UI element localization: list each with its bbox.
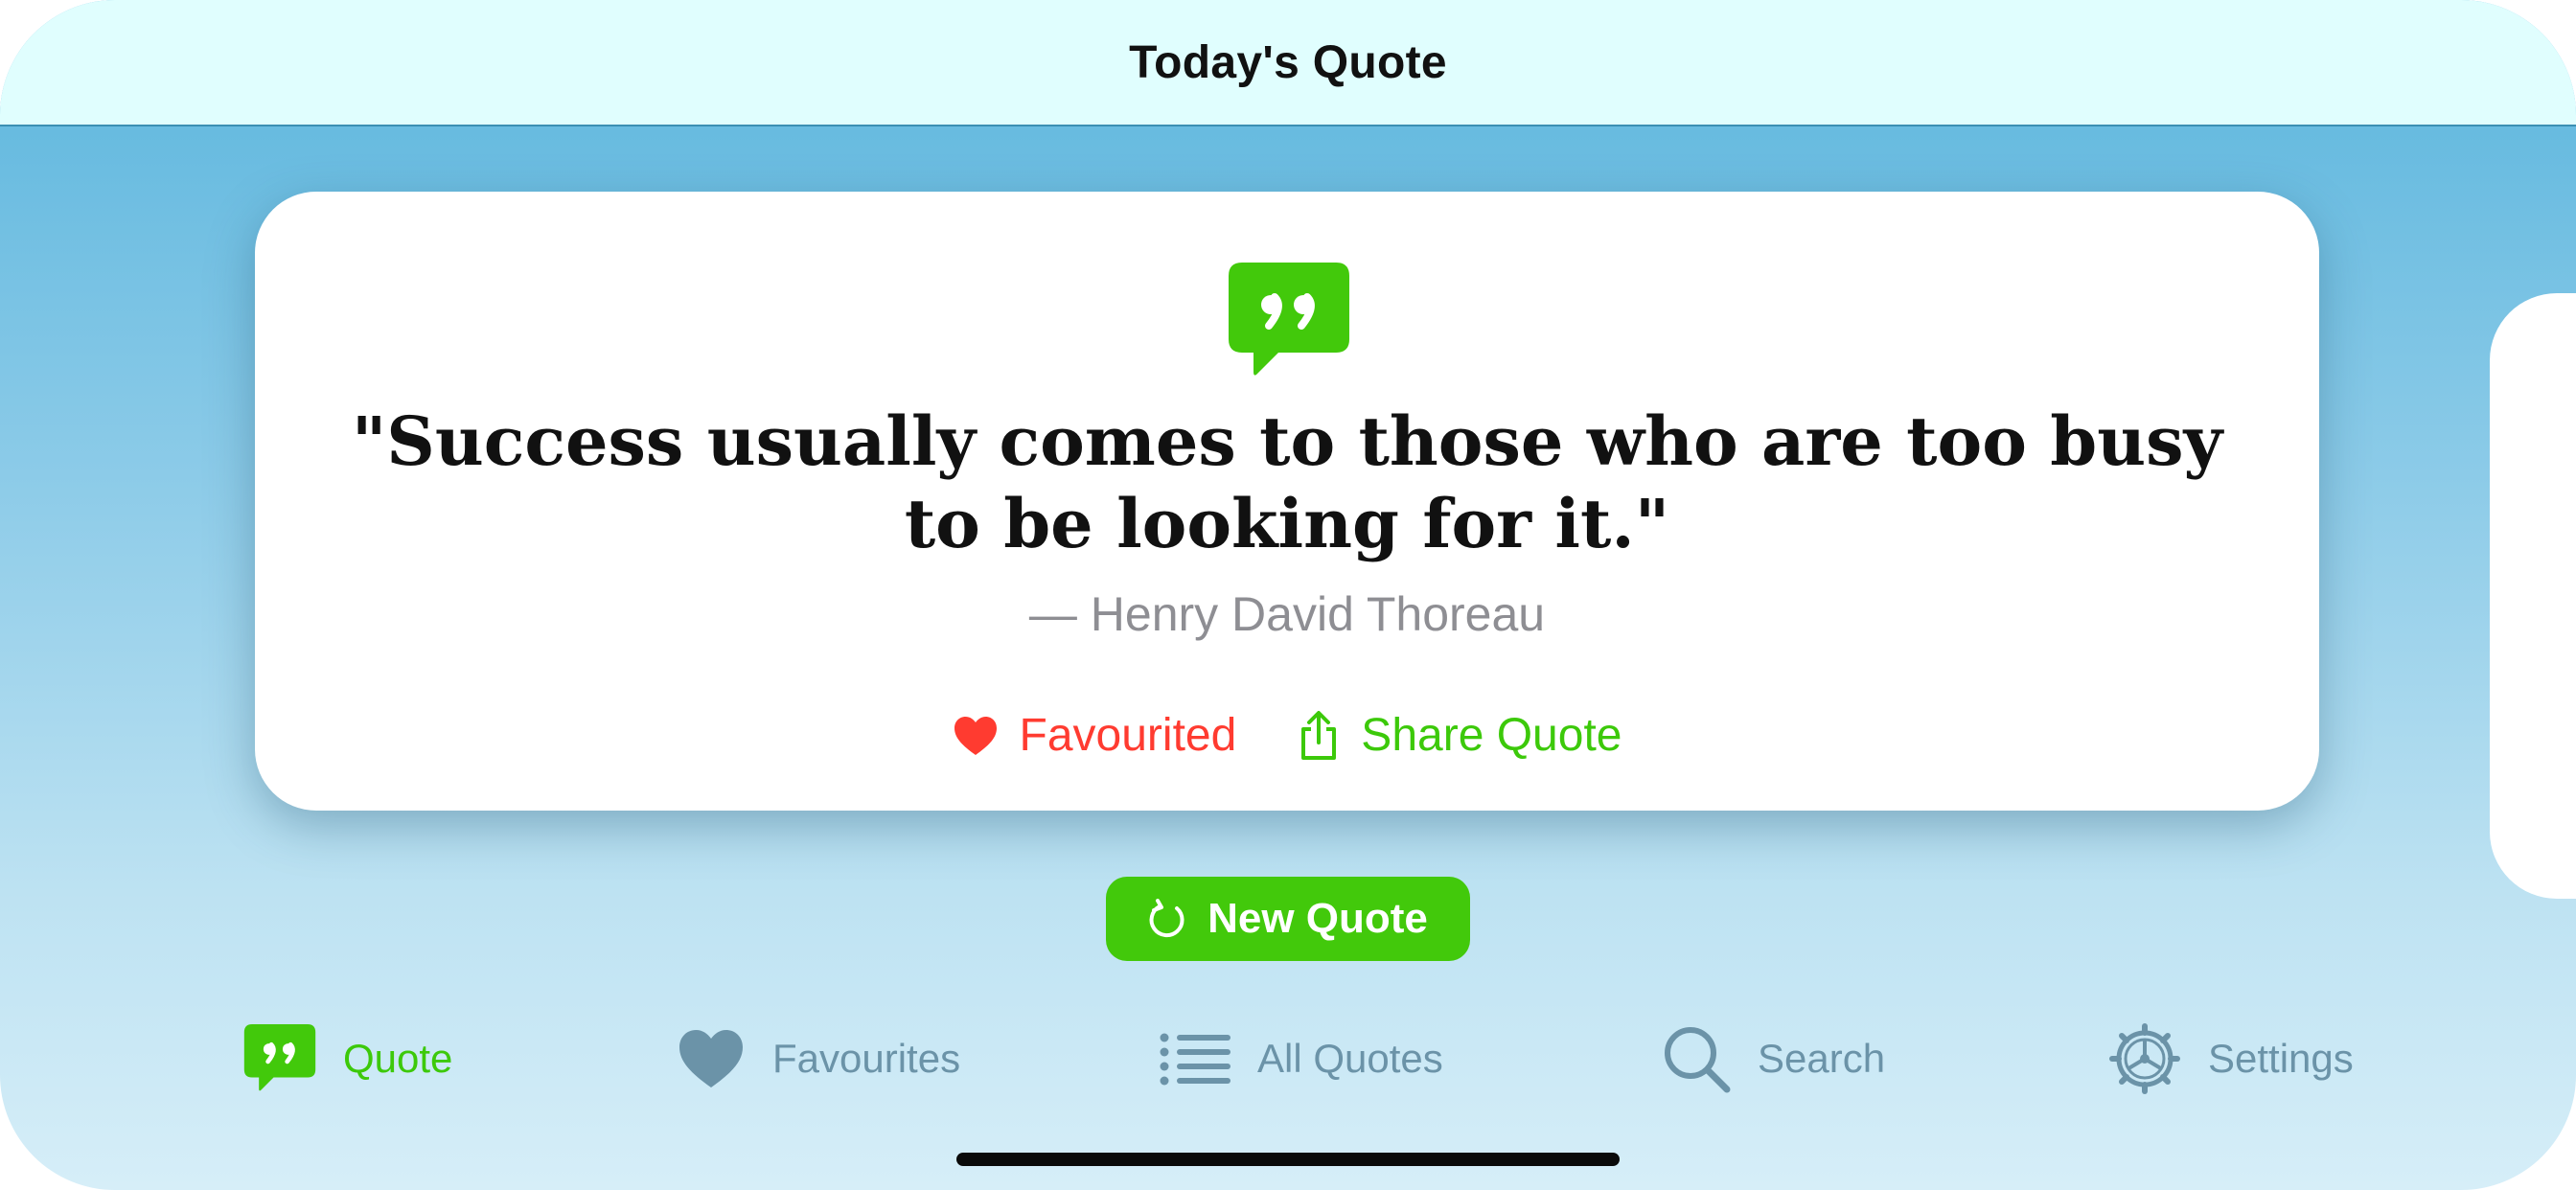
share-icon xyxy=(1301,710,1337,760)
app-screen: Today's Quote "Success usually comes to … xyxy=(0,0,2576,1190)
favourite-label: Favourited xyxy=(1019,710,1237,761)
quote-bubble-icon xyxy=(1229,263,1349,376)
tab-label: Search xyxy=(1758,1036,1886,1081)
new-quote-button[interactable]: New Quote xyxy=(1106,877,1470,961)
tab-label: Favourites xyxy=(772,1036,961,1081)
tab-favourites[interactable]: Favourites xyxy=(677,1016,960,1102)
quote-text: "Success usually comes to those who are … xyxy=(351,401,2223,563)
navigation-bar: Today's Quote xyxy=(0,0,2576,126)
page-title: Today's Quote xyxy=(1129,36,1447,88)
home-indicator xyxy=(956,1153,1620,1166)
heart-icon xyxy=(679,1030,743,1087)
tab-label: All Quotes xyxy=(1257,1036,1443,1081)
tab-quote[interactable]: Quote xyxy=(243,1016,452,1102)
quote-actions: Favourited Share Quote xyxy=(255,709,2319,762)
gear-icon xyxy=(2109,1023,2180,1094)
quote-bubble-icon xyxy=(243,1024,316,1091)
tab-search[interactable]: Search xyxy=(1662,1016,1885,1102)
device-notch xyxy=(2490,293,2576,899)
share-label: Share Quote xyxy=(1361,710,1622,761)
tab-bar: Quote Favourites All Quotes Search Setti… xyxy=(0,1016,2576,1102)
heart-filled-icon xyxy=(954,716,997,755)
share-quote-button[interactable]: Share Quote xyxy=(1298,709,1622,762)
quote-card: "Success usually comes to those who are … xyxy=(255,192,2319,811)
favourite-button[interactable]: Favourited xyxy=(953,709,1237,762)
new-quote-label: New Quote xyxy=(1208,895,1428,942)
tab-label: Settings xyxy=(2208,1036,2354,1081)
quote-author: — Henry David Thoreau xyxy=(1028,587,1546,641)
refresh-icon xyxy=(1149,899,1184,938)
tab-settings[interactable]: Settings xyxy=(2108,1016,2354,1102)
tab-all-quotes[interactable]: All Quotes xyxy=(1160,1016,1443,1102)
search-icon xyxy=(1665,1027,1731,1093)
tab-label: Quote xyxy=(343,1036,453,1081)
list-icon xyxy=(1160,1033,1230,1086)
